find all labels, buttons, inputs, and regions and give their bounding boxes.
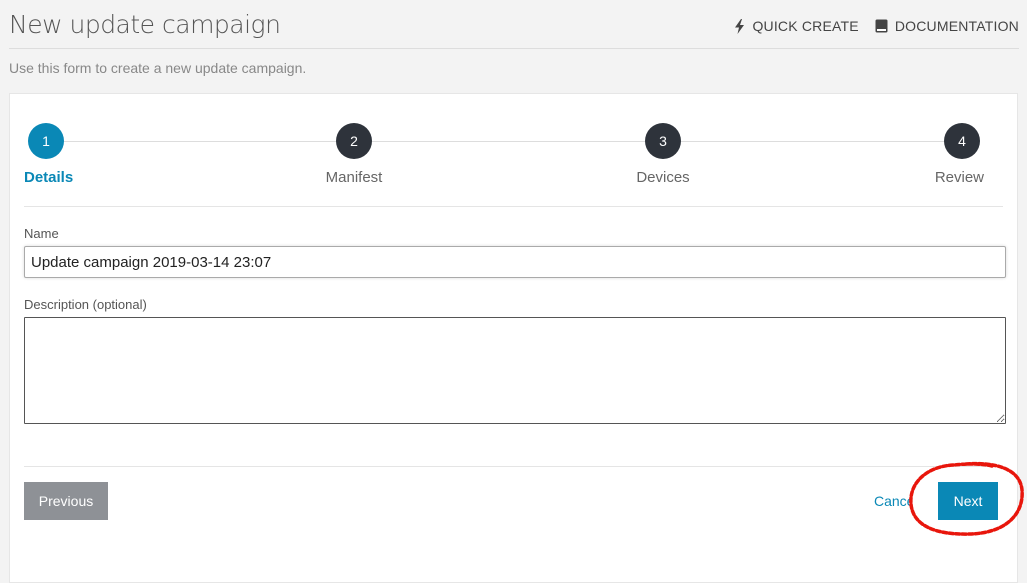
- cancel-link[interactable]: Cancel: [874, 493, 912, 509]
- step-label: Devices: [636, 169, 690, 186]
- documentation-button[interactable]: DOCUMENTATION: [875, 18, 1019, 34]
- description-label: Description (optional): [24, 297, 147, 312]
- documentation-label: DOCUMENTATION: [894, 18, 1019, 34]
- step-devices[interactable]: 3 Devices: [603, 123, 723, 186]
- step-review[interactable]: 4 Review: [872, 123, 992, 186]
- lightning-bolt-icon: [734, 18, 745, 34]
- next-button[interactable]: Next: [938, 482, 998, 520]
- header-actions: QUICK CREATE DOCUMENTATION: [734, 18, 1019, 34]
- header-divider: [9, 48, 1019, 49]
- step-label: Review: [934, 169, 984, 186]
- name-label: Name: [24, 226, 59, 241]
- page-title: New update campaign: [9, 10, 281, 39]
- step-manifest[interactable]: 2 Manifest: [294, 123, 414, 186]
- step-number: 2: [336, 123, 372, 159]
- description-textarea[interactable]: [24, 317, 1006, 424]
- quick-create-label: QUICK CREATE: [752, 18, 859, 34]
- book-icon: [875, 19, 888, 33]
- previous-button[interactable]: Previous: [24, 482, 108, 520]
- footer-divider: [24, 466, 1003, 467]
- stepper-track: [48, 141, 979, 142]
- name-input[interactable]: [24, 246, 1006, 278]
- step-details[interactable]: 1 Details: [24, 123, 144, 186]
- step-number: 4: [944, 123, 980, 159]
- page-subtitle: Use this form to create a new update cam…: [9, 60, 307, 76]
- step-number: 1: [28, 123, 64, 159]
- campaign-form-card: 1 Details 2 Manifest 3 Devices 4 Review …: [9, 93, 1018, 583]
- step-label: Details: [24, 169, 74, 186]
- quick-create-button[interactable]: QUICK CREATE: [734, 18, 859, 34]
- stepper-divider: [24, 206, 1003, 207]
- step-label: Manifest: [325, 169, 383, 186]
- page-header: New update campaign QUICK CREATE DOCUMEN…: [0, 0, 1027, 50]
- step-number: 3: [645, 123, 681, 159]
